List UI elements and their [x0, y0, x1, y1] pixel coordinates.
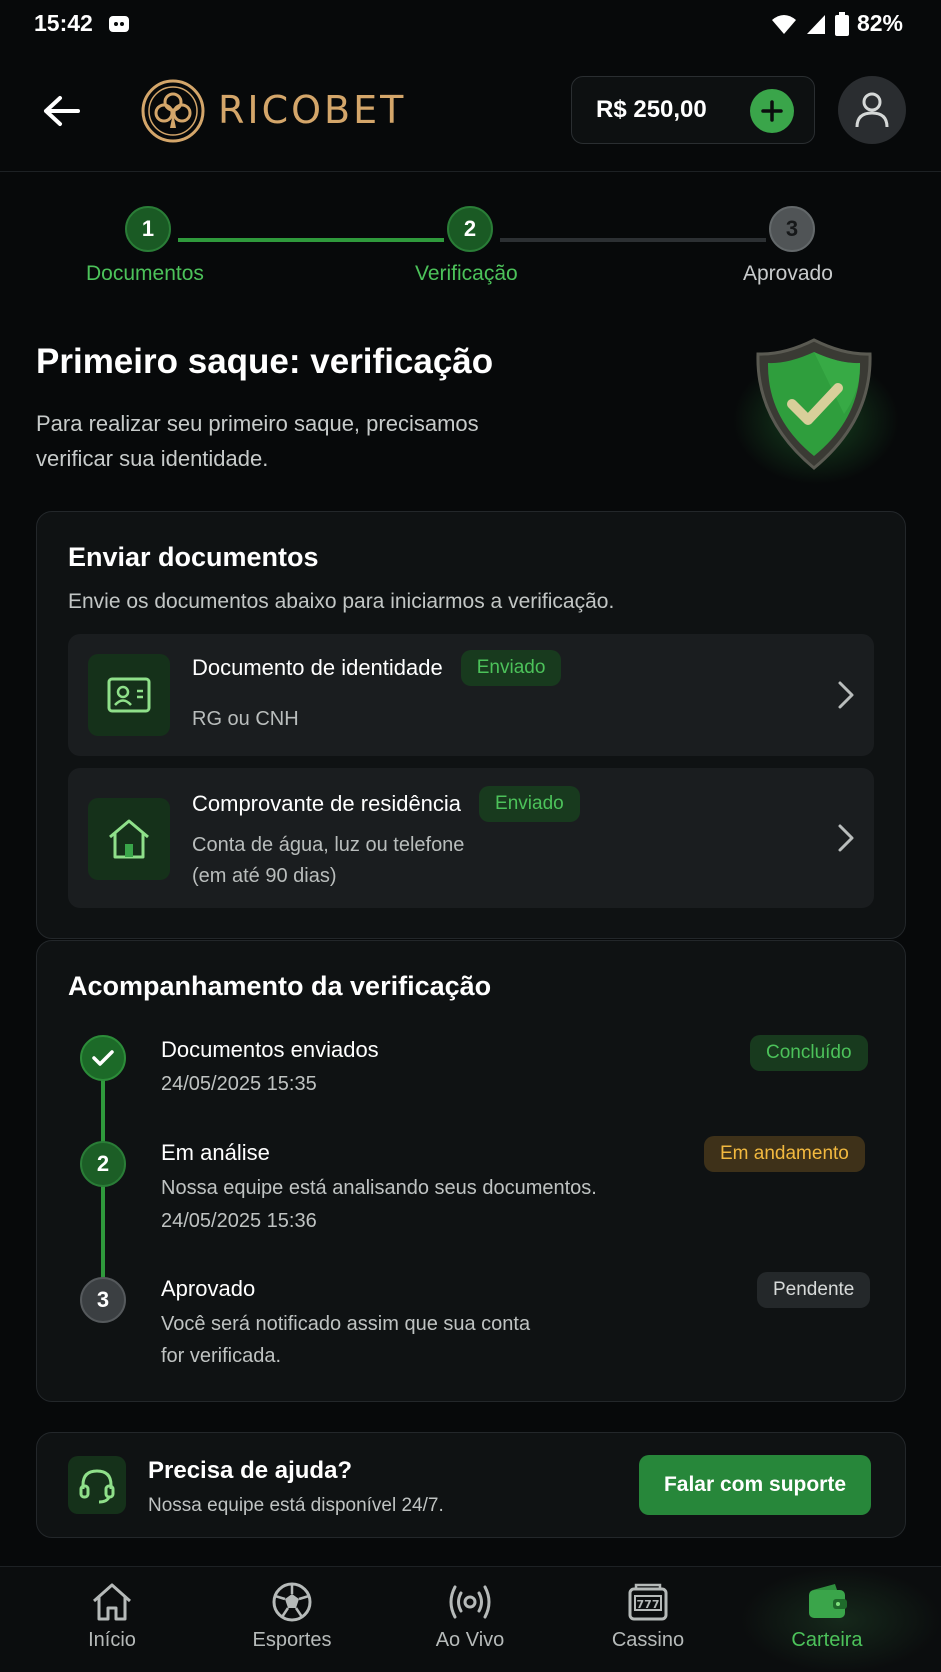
- status-badge: Pendente: [757, 1272, 871, 1308]
- back-button[interactable]: [36, 86, 86, 136]
- nav-item-carteira[interactable]: Carteira: [757, 1581, 897, 1652]
- nav-item-cassino[interactable]: 777 Cassino: [578, 1581, 718, 1652]
- document-row-residence[interactable]: Comprovante de residência Enviado Conta …: [68, 768, 874, 908]
- document-description-note: (em até 90 dias): [192, 865, 337, 887]
- logo-clover-icon: [140, 78, 206, 144]
- chevron-right-icon: [838, 681, 854, 709]
- verified-shield-icon: [744, 330, 884, 480]
- page-title: Primeiro saque: verificação: [36, 342, 494, 381]
- status-badge: Concluído: [750, 1035, 868, 1071]
- step-1-circle: 1: [125, 206, 171, 252]
- status-badge: Em andamento: [704, 1136, 865, 1172]
- status-indicators: 82%: [771, 10, 903, 37]
- live-broadcast-icon: [449, 1585, 491, 1619]
- house-icon: [88, 798, 170, 880]
- chevron-right-icon: [838, 824, 854, 852]
- timeline-item-description: Nossa equipe está analisando seus docume…: [161, 1177, 597, 1199]
- step-1-label: Documentos: [86, 262, 204, 285]
- nav-label: Esportes: [252, 1629, 332, 1651]
- stepper-remaining-line: [500, 238, 766, 242]
- stepper-progress-line: [178, 238, 444, 242]
- id-card-icon: [88, 654, 170, 736]
- status-badge: Enviado: [479, 786, 580, 822]
- wallet-icon: [809, 1584, 847, 1618]
- timeline-connector: [101, 1186, 105, 1286]
- nav-label: Início: [88, 1629, 136, 1651]
- step-2-circle: 2: [447, 206, 493, 252]
- document-description: Conta de água, luz ou telefone: [192, 834, 465, 856]
- timeline-item-description-cont: for verificada.: [161, 1345, 282, 1367]
- back-arrow-icon: [44, 96, 80, 126]
- help-title: Precisa de ajuda?: [148, 1457, 353, 1484]
- user-icon: [855, 92, 889, 128]
- balance-amount: R$ 250,00: [596, 96, 707, 123]
- timeline-check-icon: [80, 1035, 126, 1081]
- timeline-item-title: Aprovado: [161, 1276, 256, 1301]
- add-funds-button[interactable]: [750, 89, 794, 133]
- timeline-item-title: Documentos enviados: [161, 1037, 379, 1062]
- contact-support-button[interactable]: Falar com suporte: [639, 1455, 871, 1515]
- timeline-item-timestamp: 24/05/2025 15:35: [161, 1073, 317, 1095]
- help-subtitle: Nossa equipe está disponível 24/7.: [148, 1495, 444, 1516]
- plus-icon: [761, 100, 783, 122]
- timeline-item-description: Você será notificado assim que sua conta: [161, 1313, 531, 1335]
- notification-app-icon: [108, 13, 130, 40]
- bottom-navigation: Início Esportes Ao Vivo 777 Cassino Cart…: [0, 1566, 941, 1672]
- nav-item-inicio[interactable]: Início: [42, 1581, 182, 1652]
- timeline-step-3-marker: 3: [80, 1277, 126, 1323]
- soccer-ball-icon: [272, 1582, 312, 1622]
- documents-subtitle: Envie os documentos abaixo para iniciarm…: [68, 590, 615, 613]
- battery-icon: [834, 11, 849, 36]
- timeline-step-2-marker: 2: [80, 1141, 126, 1187]
- document-row-identity[interactable]: Documento de identidade Enviado RG ou CN…: [68, 634, 874, 756]
- timeline-item-timestamp: 24/05/2025 15:36: [161, 1210, 317, 1232]
- tracking-title: Acompanhamento da verificação: [68, 971, 492, 1001]
- nav-label: Carteira: [791, 1629, 863, 1651]
- timeline-item-title: Em análise: [161, 1140, 270, 1165]
- status-time: 15:42: [34, 10, 93, 36]
- page-subtitle: Para realizar seu primeiro saque, precis…: [36, 411, 479, 471]
- header-divider: [0, 171, 941, 172]
- nav-item-ao-vivo[interactable]: Ao Vivo: [400, 1581, 540, 1652]
- step-3-circle: 3: [769, 206, 815, 252]
- wifi-icon: [771, 14, 796, 34]
- status-badge: Enviado: [460, 650, 562, 686]
- document-description: RG ou CNH: [192, 708, 299, 730]
- nav-label: Cassino: [611, 1629, 685, 1651]
- nav-item-esportes[interactable]: Esportes: [222, 1581, 362, 1652]
- step-3-label: Aprovado: [743, 262, 833, 285]
- nav-label: Ao Vivo: [435, 1629, 505, 1651]
- documents-title: Enviar documentos: [68, 542, 319, 572]
- signal-icon: [806, 14, 825, 34]
- logo-text: RICOBET: [218, 88, 407, 132]
- slot-machine-icon: 777: [628, 1583, 668, 1621]
- profile-avatar-button[interactable]: [838, 76, 906, 144]
- step-2-label: Verificação: [415, 262, 518, 285]
- document-title: Comprovante de residência: [192, 791, 462, 816]
- svg-text:777: 777: [637, 1598, 660, 1611]
- home-icon: [93, 1583, 131, 1621]
- headset-icon: [68, 1456, 126, 1514]
- battery-level: 82%: [856, 10, 903, 36]
- document-title: Documento de identidade: [192, 655, 443, 680]
- balance-display[interactable]: R$ 250,00: [571, 76, 815, 144]
